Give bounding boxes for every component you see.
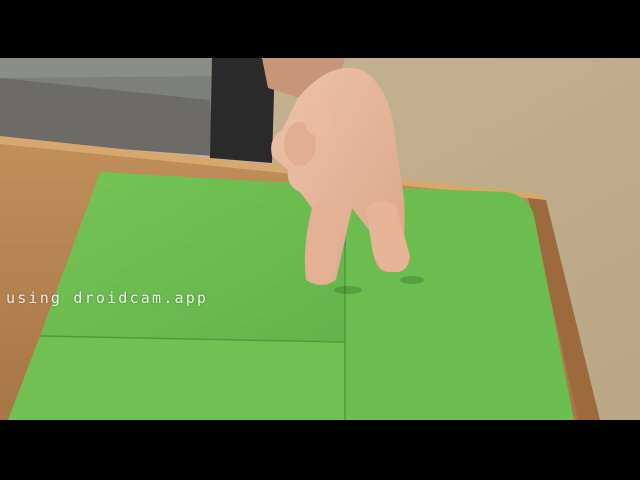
camera-frame <box>0 58 640 420</box>
green-paper-bottom <box>8 336 345 420</box>
camera-photo <box>0 58 640 420</box>
letterbox-bottom <box>0 420 640 480</box>
finger-shadow <box>400 276 424 284</box>
finger-shadow <box>334 286 362 294</box>
droidcam-watermark: using droidcam.app <box>6 289 209 307</box>
person-shirt-band <box>0 58 228 78</box>
folded-finger <box>304 104 332 136</box>
letterbox-top <box>0 0 640 58</box>
index-finger <box>305 201 340 284</box>
